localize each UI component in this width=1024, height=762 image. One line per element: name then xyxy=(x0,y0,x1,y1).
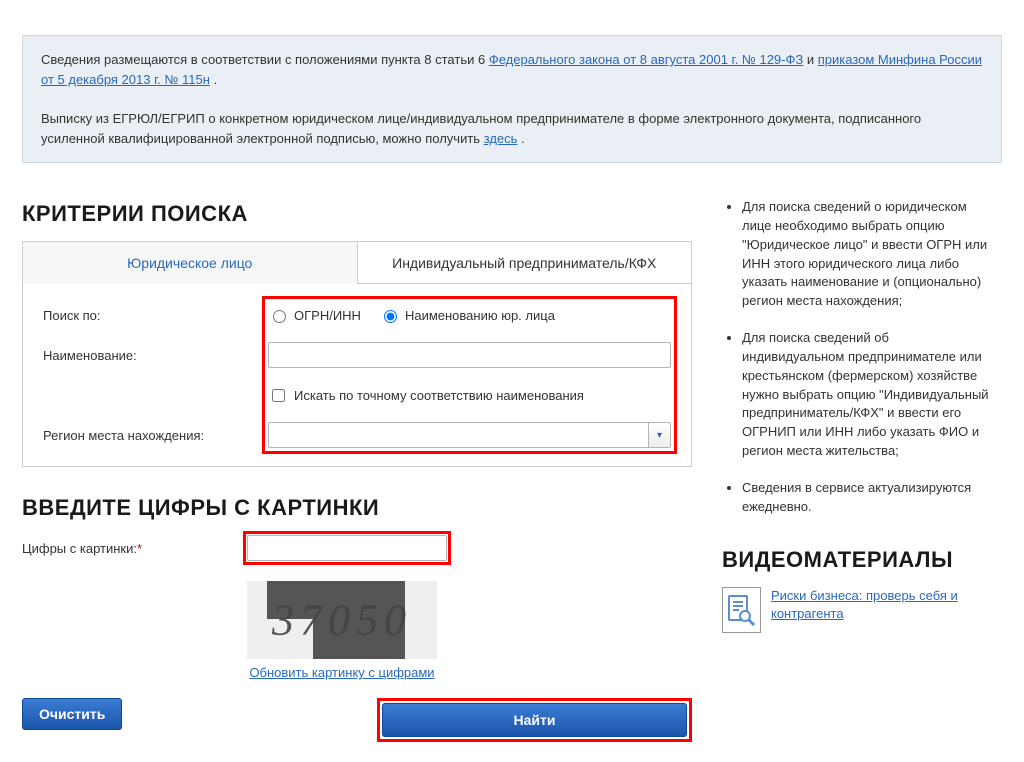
region-dropdown[interactable]: ▾ xyxy=(268,422,671,448)
radio-ogrn-inn[interactable]: ОГРН/ИНН xyxy=(268,307,361,323)
hint-item: Сведения в сервисе актуализируются ежедн… xyxy=(742,479,992,517)
hints-list: Для поиска сведений о юридическом лице н… xyxy=(722,198,992,517)
name-input[interactable] xyxy=(268,342,671,368)
captcha-image: 37050 xyxy=(247,581,437,659)
captcha-refresh-link[interactable]: Обновить картинку с цифрами xyxy=(247,665,437,680)
video-link-risks[interactable]: Риски бизнеса: проверь себя и контрагент… xyxy=(771,587,992,623)
tab-legal-entity[interactable]: Юридическое лицо xyxy=(23,242,358,284)
label-captcha: Цифры с картинки: xyxy=(22,541,137,556)
label-region: Регион места нахождения: xyxy=(43,428,204,443)
criteria-title: КРИТЕРИИ ПОИСКА xyxy=(22,201,692,227)
video-title: ВИДЕОМАТЕРИАЛЫ xyxy=(722,547,992,573)
checkbox-exact-match[interactable]: Искать по точному соответствию наименова… xyxy=(268,386,584,405)
link-law-129fz[interactable]: Федерального закона от 8 августа 2001 г.… xyxy=(489,52,803,67)
region-value xyxy=(269,423,648,447)
tab-individual[interactable]: Индивидуальный предприниматель/КФХ xyxy=(358,242,692,284)
captcha-input[interactable] xyxy=(247,535,447,561)
hint-item: Для поиска сведений о юридическом лице н… xyxy=(742,198,992,311)
document-search-icon xyxy=(722,587,761,633)
required-mark: * xyxy=(137,541,142,556)
label-name: Наименование: xyxy=(43,348,137,363)
radio-by-name[interactable]: Наименованию юр. лица xyxy=(379,307,555,323)
clear-button[interactable]: Очистить xyxy=(22,698,122,730)
link-get-extract[interactable]: здесь xyxy=(484,131,518,146)
captcha-digits: 37050 xyxy=(247,595,437,646)
info-text: Сведения размещаются в соответствии с по… xyxy=(41,52,489,67)
info-text-2: Выписку из ЕГРЮЛ/ЕГРИП о конкретном юрид… xyxy=(41,111,921,146)
criteria-panel: Юридическое лицо Индивидуальный предприн… xyxy=(22,241,692,467)
captcha-title: ВВЕДИТЕ ЦИФРЫ С КАРТИНКИ xyxy=(22,495,692,521)
info-notice: Сведения размещаются в соответствии с по… xyxy=(22,35,1002,163)
chevron-down-icon: ▾ xyxy=(648,423,670,447)
label-search-by: Поиск по: xyxy=(43,308,101,323)
hint-item: Для поиска сведений об индивидуальном пр… xyxy=(742,329,992,461)
find-button[interactable]: Найти xyxy=(382,703,687,737)
